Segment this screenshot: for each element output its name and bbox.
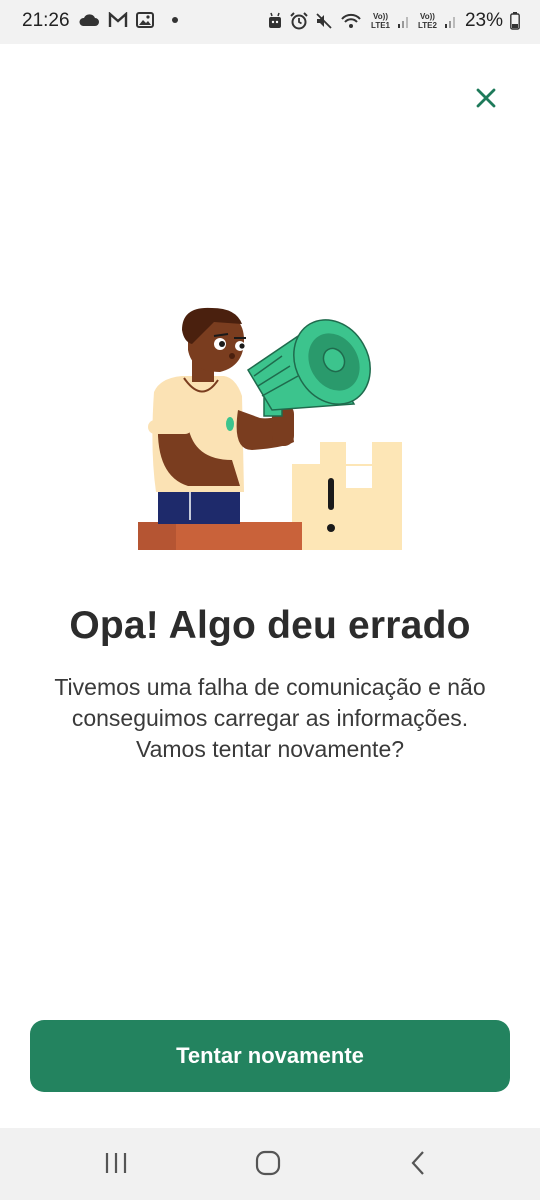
signal-bars-1-icon (397, 13, 411, 29)
battery-icon (510, 12, 520, 30)
error-message-line-2: conseguimos carregar as informações. (71, 705, 469, 731)
status-time: 21:26 (22, 10, 70, 31)
lte2-label: LTE2 (418, 21, 437, 30)
wifi-calling-icon (340, 12, 364, 30)
close-button[interactable] (466, 80, 506, 120)
person-with-megaphone-illustration (132, 300, 408, 556)
dot-icon (172, 17, 178, 23)
page-title: Opa! Algo deu errado (69, 604, 471, 647)
error-message-line-1: Tivemos uma falha de comunicação e não (54, 674, 486, 700)
close-icon (475, 87, 497, 114)
volte-label-2: Vo)) (420, 12, 435, 21)
retry-button[interactable]: Tentar novamente (30, 1020, 510, 1092)
recent-apps-icon (103, 1151, 129, 1180)
signal-lte1-icon: Vo)) LTE1 (371, 12, 390, 30)
gmail-icon (108, 12, 128, 28)
signal-lte2-icon: Vo)) LTE2 (418, 12, 437, 30)
recent-apps-button[interactable] (96, 1148, 136, 1182)
back-button[interactable] (398, 1148, 438, 1182)
home-icon (255, 1150, 281, 1181)
navigation-bar (0, 1128, 540, 1200)
android-icon (267, 12, 283, 30)
home-button[interactable] (248, 1148, 288, 1182)
signal-bars-2-icon (444, 13, 458, 29)
status-bar: 21:26 Vo)) LTE1 Vo)) LTE2 23% (0, 0, 540, 44)
gallery-icon (136, 12, 154, 28)
cloud-icon (78, 12, 100, 28)
back-icon (409, 1150, 427, 1181)
alarm-icon (290, 12, 308, 30)
lte1-label: LTE1 (371, 21, 390, 30)
battery-percent: 23% (464, 10, 503, 31)
volte-label: Vo)) (373, 12, 388, 21)
error-message-line-3: Vamos tentar novamente? (135, 736, 405, 762)
error-message: Tivemos uma falha de comunicação e não c… (20, 672, 520, 765)
mute-icon (315, 12, 333, 30)
